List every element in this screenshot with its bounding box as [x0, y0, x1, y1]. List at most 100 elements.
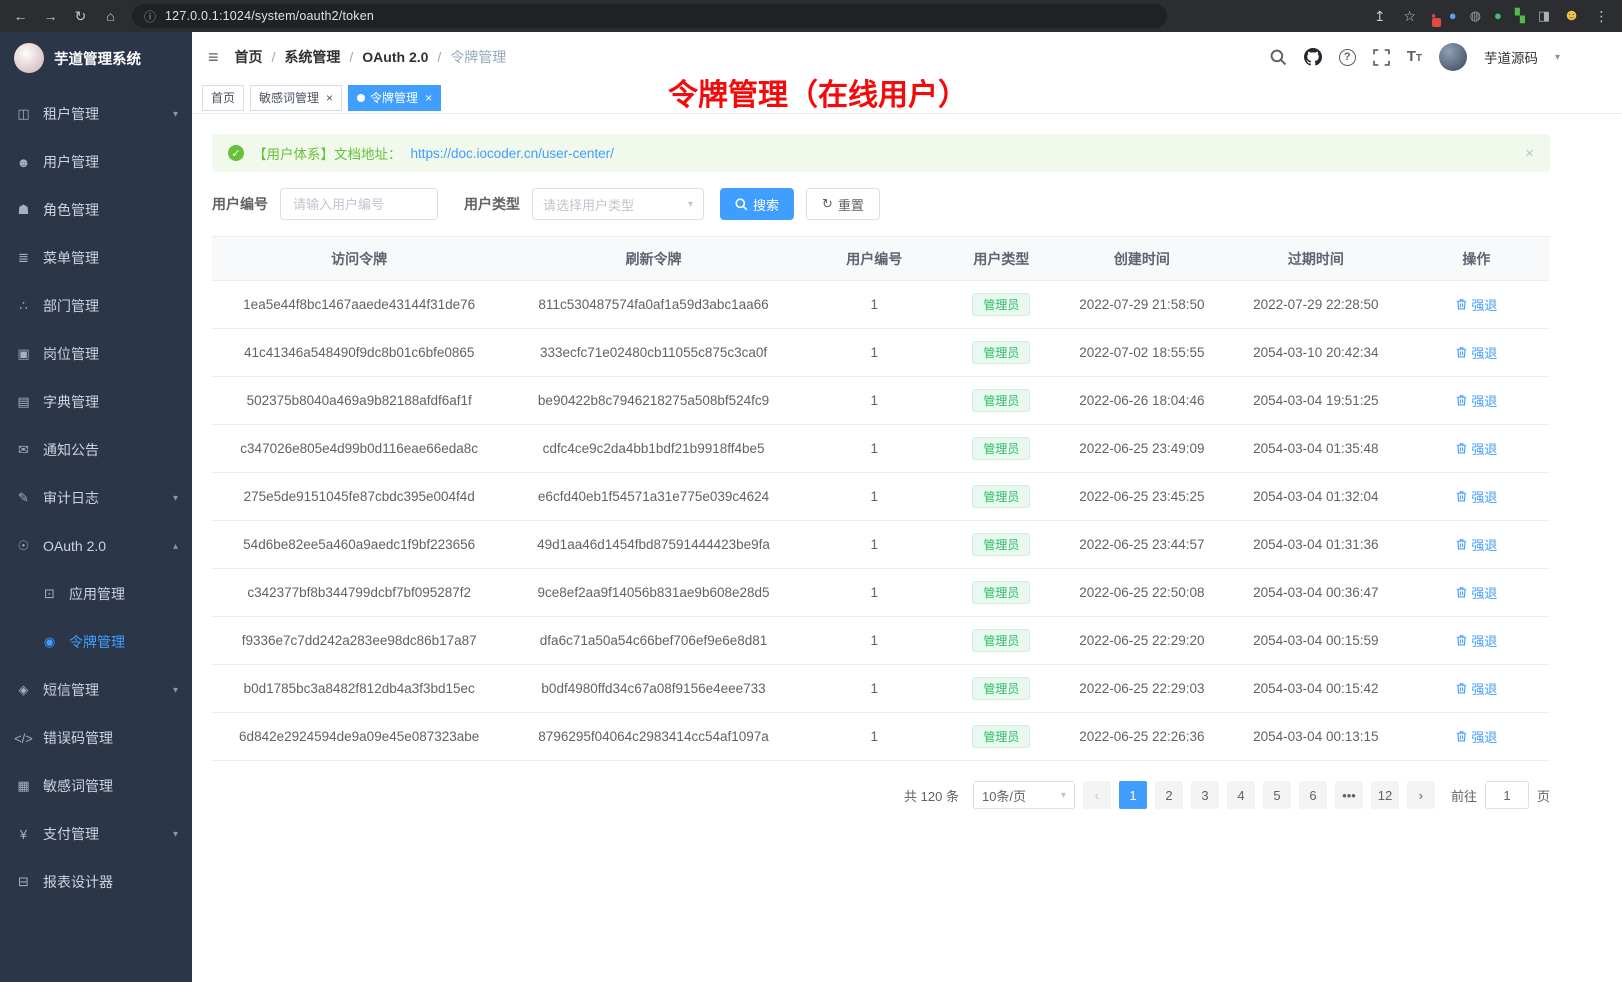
refresh-token-cell: e6cfd40eb1f54571a31e775e039c4624: [506, 473, 800, 521]
force-logout-button[interactable]: 强退: [1455, 343, 1497, 362]
force-logout-button[interactable]: 强退: [1455, 679, 1497, 698]
extension-glyph: ▚: [1515, 8, 1525, 23]
breadcrumb-label: 首页: [235, 47, 263, 67]
user-id-cell: 1: [801, 329, 948, 377]
sidebar-item[interactable]: ✎ 审计日志 ▾: [0, 474, 192, 522]
sidebar-item[interactable]: ☉ OAuth 2.0 ▴: [0, 522, 192, 570]
menu-item-icon: ☻: [14, 155, 33, 170]
force-logout-button[interactable]: 强退: [1455, 583, 1497, 602]
sidebar-item[interactable]: ☻ 用户管理: [0, 138, 192, 186]
user-type-select[interactable]: 请选择用户类型 ▾: [532, 188, 704, 220]
page-number-button[interactable]: 6: [1299, 781, 1327, 809]
sidebar-toggle-icon[interactable]: ≡: [208, 47, 219, 68]
extension-icon[interactable]: ◨: [1538, 0, 1550, 32]
font-size-icon[interactable]: TT: [1407, 48, 1422, 66]
sidebar-item[interactable]: ◈ 短信管理 ▾: [0, 666, 192, 714]
refresh-token-cell: 8796295f04064c2983414cc54af1097a: [506, 713, 800, 761]
back-icon[interactable]: ←: [12, 0, 29, 32]
site-info-icon[interactable]: ⓘ: [144, 8, 156, 25]
page-number-button[interactable]: 1: [1119, 781, 1147, 809]
user-id-label: 用户编号: [212, 194, 268, 214]
page-size-select[interactable]: 10条/页 ▾: [973, 781, 1075, 809]
sidebar-item[interactable]: ✉ 通知公告: [0, 426, 192, 474]
github-icon[interactable]: [1304, 48, 1322, 66]
sidebar-item[interactable]: ∴ 部门管理: [0, 282, 192, 330]
sidebar-item[interactable]: ▦ 敏感词管理: [0, 762, 192, 810]
app-logo[interactable]: 芋道管理系统: [0, 32, 192, 84]
fullscreen-icon[interactable]: [1373, 49, 1390, 66]
expire-time-cell: 2054-03-04 01:31:36: [1229, 521, 1403, 569]
page-number-button[interactable]: 2: [1155, 781, 1183, 809]
page-number-button[interactable]: 12: [1371, 781, 1399, 809]
sidebar-item[interactable]: ◫ 租户管理 ▾: [0, 90, 192, 138]
extension-icon[interactable]: ◍: [1470, 0, 1481, 32]
reset-button[interactable]: ↻ 重置: [806, 188, 880, 220]
forward-icon[interactable]: →: [42, 0, 59, 32]
doc-link[interactable]: https://doc.iocoder.cn/user-center/: [411, 146, 614, 161]
sidebar-item[interactable]: ⊡ 应用管理: [0, 570, 192, 618]
extension-icon[interactable]: ●: [1449, 0, 1457, 32]
page-number-button[interactable]: 5: [1263, 781, 1291, 809]
bookmark-star-icon[interactable]: ☆: [1401, 0, 1418, 32]
extension-icon[interactable]: ▚: [1515, 0, 1525, 32]
page-number-button[interactable]: 3: [1191, 781, 1219, 809]
user-avatar[interactable]: [1439, 43, 1467, 71]
browser-profile-avatar[interactable]: ☻: [1563, 7, 1580, 25]
tab-close-icon[interactable]: ×: [326, 91, 333, 105]
next-page-button[interactable]: ›: [1407, 781, 1435, 809]
sidebar-item[interactable]: ▤ 字典管理: [0, 378, 192, 426]
share-icon[interactable]: ↥: [1371, 0, 1388, 32]
force-logout-button[interactable]: 强退: [1455, 439, 1497, 458]
search-icon[interactable]: [1270, 49, 1287, 66]
goto-page-input[interactable]: [1485, 781, 1529, 809]
user-id-input[interactable]: [280, 188, 438, 220]
sidebar-item[interactable]: ☗ 角色管理: [0, 186, 192, 234]
sidebar-item[interactable]: ≣ 菜单管理: [0, 234, 192, 282]
force-logout-button[interactable]: 强退: [1455, 487, 1497, 506]
page-tab[interactable]: 令牌管理 ×: [348, 85, 441, 111]
menu-item-icon: ✎: [14, 490, 33, 506]
user-type-tag: 管理员: [972, 293, 1030, 316]
breadcrumb-label: OAuth 2.0: [362, 49, 428, 65]
search-button[interactable]: 搜索: [720, 188, 794, 220]
user-type-tag: 管理员: [972, 677, 1030, 700]
force-logout-button[interactable]: 强退: [1455, 535, 1497, 554]
help-icon[interactable]: ?: [1339, 49, 1356, 66]
force-logout-label: 强退: [1471, 391, 1497, 410]
page-tab[interactable]: 首页: [202, 85, 244, 111]
sidebar-item[interactable]: ¥ 支付管理 ▾: [0, 810, 192, 858]
tab-close-icon[interactable]: ×: [425, 91, 432, 105]
sidebar-item[interactable]: ▣ 岗位管理: [0, 330, 192, 378]
create-time-cell: 2022-06-25 23:44:57: [1055, 521, 1229, 569]
extension-icon[interactable]: ●: [1494, 0, 1502, 32]
menu-item-icon: ⊡: [40, 586, 59, 602]
trash-icon: [1455, 442, 1468, 455]
prev-page-button[interactable]: ‹: [1083, 781, 1111, 809]
force-logout-button[interactable]: 强退: [1455, 631, 1497, 650]
browser-menu-icon[interactable]: ⋮: [1593, 0, 1610, 32]
force-logout-button[interactable]: 强退: [1455, 295, 1497, 314]
page-number-button[interactable]: •••: [1335, 781, 1363, 809]
table-row: 54d6be82ee5a460a9aedc1f9bf223656 49d1aa4…: [212, 521, 1550, 569]
user-menu-caret-icon[interactable]: ▾: [1555, 52, 1560, 63]
home-icon[interactable]: ⌂: [102, 0, 119, 32]
breadcrumb-item[interactable]: 首页: [235, 47, 263, 67]
address-bar[interactable]: ⓘ 127.0.0.1:1024/system/oauth2/token: [132, 4, 1167, 28]
force-logout-button[interactable]: 强退: [1455, 391, 1497, 410]
breadcrumb-item[interactable]: / 令牌管理: [428, 47, 506, 67]
menu-item-label: 令牌管理: [69, 632, 125, 652]
breadcrumb-item[interactable]: / OAuth 2.0: [340, 49, 428, 65]
extension-icon[interactable]: ▪: [1431, 0, 1436, 32]
reload-icon[interactable]: ↻: [72, 0, 89, 32]
force-logout-button[interactable]: 强退: [1455, 727, 1497, 746]
sidebar-item[interactable]: ⊟ 报表设计器: [0, 858, 192, 906]
header-actions: ? TT 芋道源码 ▾: [1270, 43, 1560, 71]
breadcrumb-item[interactable]: / 系统管理: [263, 47, 341, 67]
trash-icon: [1455, 586, 1468, 599]
page-tab[interactable]: 敏感词管理 ×: [250, 85, 342, 111]
sidebar-item[interactable]: ◉ 令牌管理: [0, 618, 192, 666]
username[interactable]: 芋道源码: [1484, 47, 1538, 67]
page-number-button[interactable]: 4: [1227, 781, 1255, 809]
sidebar-item[interactable]: </> 错误码管理: [0, 714, 192, 762]
alert-close-icon[interactable]: ×: [1525, 145, 1534, 162]
